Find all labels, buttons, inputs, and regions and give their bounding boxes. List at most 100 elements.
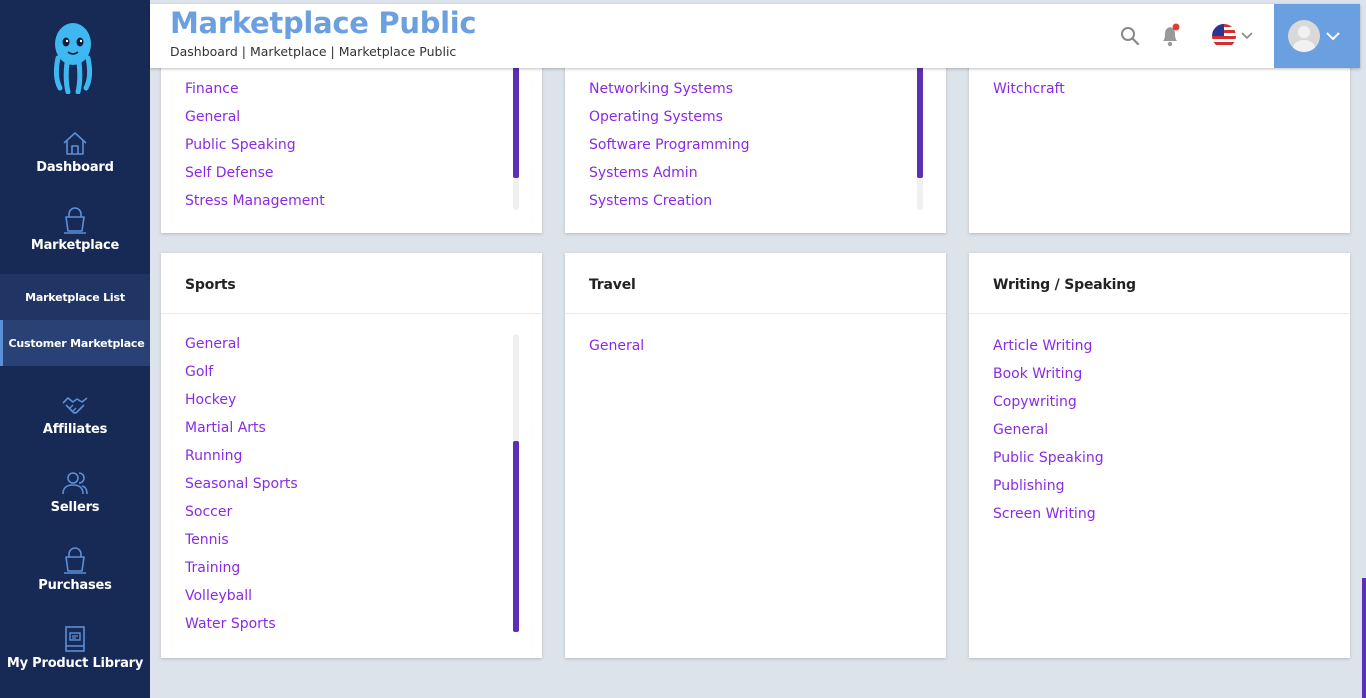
category-link[interactable]: Copywriting <box>993 394 1077 410</box>
list-item[interactable]: Networking Systems <box>589 74 750 102</box>
card-scrollbar[interactable] <box>513 334 519 632</box>
list-item[interactable]: Golf <box>185 357 298 385</box>
marketplace-submenu: Marketplace List Customer Marketplace <box>0 274 150 366</box>
list-item[interactable]: Systems Admin <box>589 158 750 186</box>
book-icon <box>65 626 85 652</box>
category-link[interactable]: Finance <box>185 81 239 97</box>
scrollbar-thumb[interactable] <box>513 64 519 178</box>
list-item[interactable]: Hockey <box>185 385 298 413</box>
category-link[interactable]: Hockey <box>185 392 236 408</box>
category-link[interactable]: Book Writing <box>993 366 1082 382</box>
avatar <box>1288 20 1320 52</box>
bag-icon <box>64 547 86 574</box>
list-item[interactable]: Soccer <box>185 497 298 525</box>
category-card: Networking Systems Operating Systems Sof… <box>565 40 946 233</box>
category-card: Witchcraft <box>969 40 1350 233</box>
category-link[interactable]: Systems Admin <box>589 165 698 181</box>
page-scrollbar-thumb[interactable] <box>1362 578 1366 698</box>
nav-label: Sellers <box>50 500 100 515</box>
list-item[interactable]: Water Sports <box>185 609 298 637</box>
category-link[interactable]: Volleyball <box>185 588 252 604</box>
scrollbar-thumb[interactable] <box>917 64 923 178</box>
category-link[interactable]: Operating Systems <box>589 109 723 125</box>
scrollbar-thumb[interactable] <box>513 441 519 632</box>
category-link[interactable]: Public Speaking <box>993 450 1104 466</box>
list-item[interactable]: Seasonal Sports <box>185 469 298 497</box>
category-link[interactable]: Seasonal Sports <box>185 476 298 492</box>
handshake-icon <box>62 397 88 414</box>
nav-purchases[interactable]: Purchases <box>0 546 150 593</box>
category-link[interactable]: Screen Writing <box>993 506 1096 522</box>
bell-icon[interactable] <box>1159 22 1183 48</box>
category-link[interactable]: General <box>185 336 240 352</box>
notification-dot <box>1172 23 1180 31</box>
list-item[interactable]: Software Programming <box>589 130 750 158</box>
list-item[interactable]: Tennis <box>185 525 298 553</box>
us-flag-icon[interactable] <box>1211 23 1237 49</box>
list-item[interactable]: Self Defense <box>185 158 325 186</box>
page-title: Marketplace Public <box>170 6 477 40</box>
nav-marketplace[interactable]: Marketplace <box>0 206 150 253</box>
breadcrumb[interactable]: Dashboard | Marketplace | Marketplace Pu… <box>170 44 456 59</box>
list-item[interactable]: Public Speaking <box>185 130 325 158</box>
category-link[interactable]: Software Programming <box>589 137 750 153</box>
category-card-writing-speaking: Writing / Speaking Article Writing Book … <box>969 253 1350 658</box>
list-item[interactable]: Operating Systems <box>589 102 750 130</box>
list-item[interactable]: Book Writing <box>993 359 1104 387</box>
category-link[interactable]: General <box>993 422 1048 438</box>
category-link[interactable]: General <box>589 338 644 354</box>
list-item[interactable]: General <box>185 329 298 357</box>
category-card: Finance General Public Speaking Self Def… <box>161 40 542 233</box>
card-scrollbar[interactable] <box>917 64 923 210</box>
submenu-item-customer-marketplace[interactable]: Customer Marketplace <box>0 320 150 366</box>
category-list: Article Writing Book Writing Copywriting… <box>993 331 1104 527</box>
nav-dashboard[interactable]: Dashboard <box>0 128 150 175</box>
category-link[interactable]: Publishing <box>993 478 1065 494</box>
category-link[interactable]: Training <box>185 560 240 576</box>
list-item[interactable]: Finance <box>185 74 325 102</box>
nav-label: Dashboard <box>36 160 114 175</box>
category-link[interactable]: Systems Creation <box>589 193 712 209</box>
list-item[interactable]: Article Writing <box>993 331 1104 359</box>
list-item[interactable]: General <box>185 102 325 130</box>
list-item[interactable]: Copywriting <box>993 387 1104 415</box>
list-item[interactable]: Martial Arts <box>185 413 298 441</box>
nav-label: Marketplace <box>30 238 120 253</box>
nav-sellers[interactable]: Sellers <box>0 468 150 515</box>
category-link[interactable]: Martial Arts <box>185 420 266 436</box>
category-link[interactable]: Water Sports <box>185 616 276 632</box>
list-item[interactable]: Running <box>185 441 298 469</box>
category-link[interactable]: Self Defense <box>185 165 273 181</box>
category-link[interactable]: Article Writing <box>993 338 1092 354</box>
list-item[interactable]: Stress Management <box>185 186 325 214</box>
list-item[interactable]: Volleyball <box>185 581 298 609</box>
nav-affiliates[interactable]: Affiliates <box>0 390 150 437</box>
list-item[interactable]: Publishing <box>993 471 1104 499</box>
list-item[interactable]: General <box>993 415 1104 443</box>
list-item[interactable]: Screen Writing <box>993 499 1104 527</box>
list-item[interactable]: Systems Creation <box>589 186 750 214</box>
category-link[interactable]: Stress Management <box>185 193 325 209</box>
category-link[interactable]: Tennis <box>185 532 229 548</box>
octopus-logo[interactable] <box>50 22 96 94</box>
chevron-down-icon[interactable] <box>1241 31 1253 41</box>
user-menu-button[interactable] <box>1274 4 1360 68</box>
category-link[interactable]: Running <box>185 448 242 464</box>
category-list: Networking Systems Operating Systems Sof… <box>589 74 750 214</box>
category-list: Finance General Public Speaking Self Def… <box>185 74 325 214</box>
list-item[interactable]: Public Speaking <box>993 443 1104 471</box>
list-item[interactable]: General <box>589 331 644 359</box>
submenu-item-marketplace-list[interactable]: Marketplace List <box>0 274 150 320</box>
list-item[interactable]: Witchcraft <box>993 74 1065 102</box>
category-link[interactable]: Golf <box>185 364 213 380</box>
category-link[interactable]: Soccer <box>185 504 232 520</box>
nav-my-product-library[interactable]: My Product Library <box>0 624 150 671</box>
category-link[interactable]: Public Speaking <box>185 137 296 153</box>
list-item[interactable]: Training <box>185 553 298 581</box>
card-scrollbar[interactable] <box>513 64 519 210</box>
category-link[interactable]: Networking Systems <box>589 81 733 97</box>
search-icon[interactable] <box>1120 26 1140 46</box>
category-list: Witchcraft <box>993 74 1065 102</box>
category-link[interactable]: General <box>185 109 240 125</box>
category-link[interactable]: Witchcraft <box>993 81 1065 97</box>
